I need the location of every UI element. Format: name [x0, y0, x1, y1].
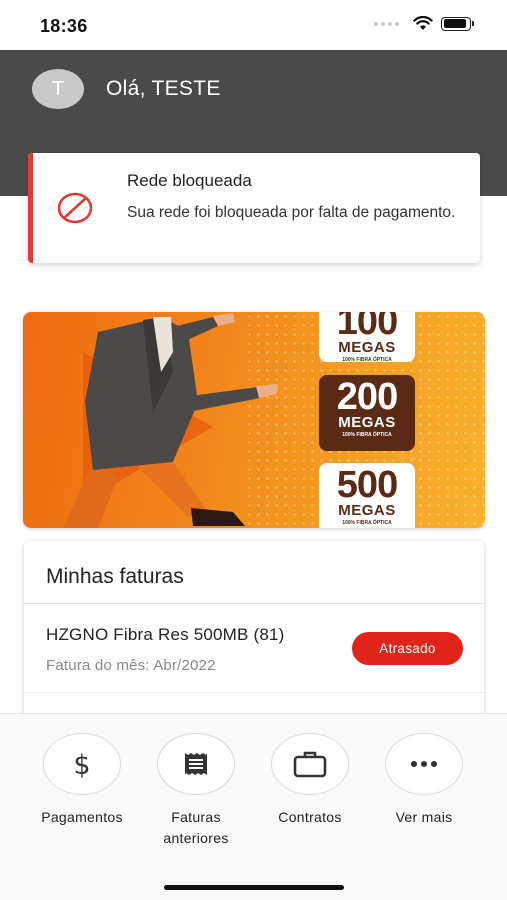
promo-banner[interactable]: 100 MEGAS 100% FIBRA ÓPTICA 200 MEGAS 10…	[23, 312, 485, 528]
network-blocked-alert[interactable]: Rede bloqueada Sua rede foi bloqueada po…	[28, 153, 480, 263]
nav-item-contratos[interactable]: Contratos	[255, 733, 365, 828]
invoices-card: Minhas faturas HZGNO Fibra Res 500MB (81…	[24, 541, 484, 741]
plan-badge: 500 MEGAS 100% FIBRA ÓPTICA	[319, 463, 415, 528]
banner-person-illustration	[63, 313, 278, 528]
alert-accent-bar	[28, 153, 33, 263]
nav-label: Ver mais	[395, 809, 453, 825]
status-badge: Atrasado	[352, 632, 463, 665]
battery-icon	[441, 16, 474, 31]
invoice-plan-name: HZGNO Fibra Res 500MB (81)	[46, 625, 285, 644]
divider	[24, 692, 484, 693]
alert-message: Sua rede foi bloqueada por falta de paga…	[127, 204, 456, 221]
cellular-signal-icon	[374, 21, 399, 26]
plan-speed: 100	[336, 312, 398, 343]
dollar-icon: $	[73, 750, 90, 779]
wifi-icon	[413, 16, 433, 30]
briefcase-icon	[293, 751, 327, 778]
svg-text:$: $	[73, 750, 90, 779]
invoice-icon	[185, 753, 207, 775]
nav-item-pagamentos[interactable]: $ Pagamentos	[27, 733, 137, 828]
plan-speed: 500	[336, 464, 398, 506]
nav-button-contratos[interactable]	[271, 733, 349, 795]
nav-button-faturas-anteriores[interactable]	[157, 733, 235, 795]
greeting: Olá, TESTE	[106, 77, 221, 100]
invoices-title: Minhas faturas	[46, 565, 184, 588]
plan-tag: 100% FIBRA ÓPTICA	[342, 432, 392, 438]
nav-label: Pagamentos	[41, 809, 123, 825]
more-icon	[411, 761, 437, 767]
nav-item-faturas-anteriores[interactable]: Faturas anteriores	[141, 733, 251, 849]
plan-unit: MEGAS	[338, 502, 396, 519]
bottom-nav: $ Pagamentos Faturas anteriores Contrato…	[0, 713, 507, 900]
status-bar: 18:36	[0, 0, 507, 50]
plan-speed: 200	[336, 376, 398, 418]
plan-unit: MEGAS	[338, 339, 396, 356]
nav-button-pagamentos[interactable]: $	[43, 733, 121, 795]
plan-tag: 100% FIBRA ÓPTICA	[342, 520, 392, 526]
nav-item-ver-mais[interactable]: Ver mais	[369, 733, 479, 828]
status-indicators	[374, 16, 474, 31]
battery-level	[443, 19, 466, 28]
alert-title: Rede bloqueada	[127, 171, 252, 190]
nav-label: Faturas anteriores	[163, 809, 229, 846]
plan-tag: 100% FIBRA ÓPTICA	[342, 357, 392, 363]
avatar[interactable]: T	[32, 69, 84, 109]
divider	[24, 603, 484, 604]
status-time: 18:36	[40, 16, 88, 36]
home-indicator[interactable]	[164, 885, 344, 890]
plan-badge: 200 MEGAS 100% FIBRA ÓPTICA	[319, 375, 415, 451]
plan-badge: 100 MEGAS 100% FIBRA ÓPTICA	[319, 312, 415, 363]
plan-unit: MEGAS	[338, 414, 396, 431]
invoice-month: Fatura do mês: Abr/2022	[46, 657, 216, 674]
nav-button-ver-mais[interactable]	[385, 733, 463, 795]
blocked-icon	[57, 192, 93, 224]
nav-label: Contratos	[278, 809, 342, 825]
